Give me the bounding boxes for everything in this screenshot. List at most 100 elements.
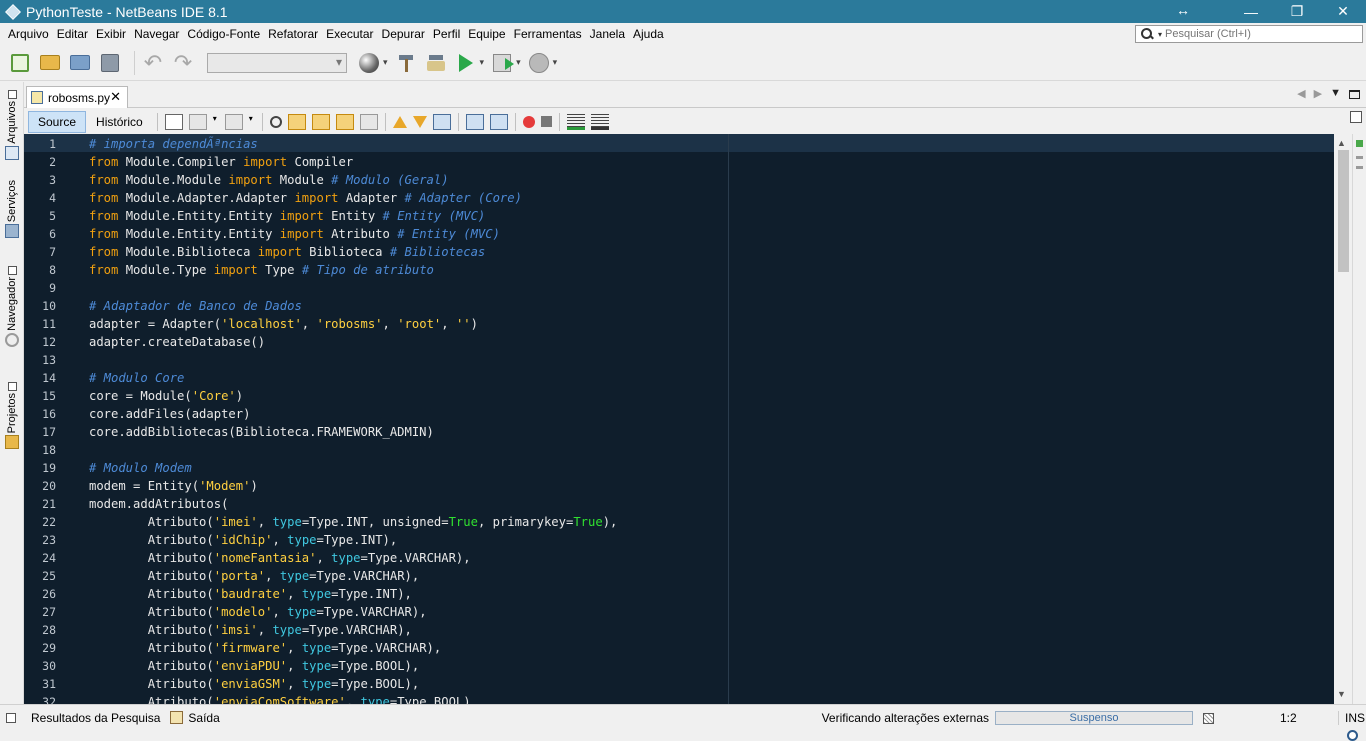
find-previous-icon[interactable] [287, 113, 306, 130]
forward-icon[interactable] [224, 113, 243, 130]
scroll-down-icon[interactable]: ▼ [1337, 689, 1346, 699]
show-opened-documents-icon[interactable]: ▼ [1330, 87, 1341, 100]
code-line[interactable]: 10 # Adaptador de Banco de Dados [24, 297, 1334, 315]
menu-ferramentas[interactable]: Ferramentas [510, 23, 586, 45]
profile-dropdown-icon[interactable]: ▾ [553, 57, 558, 68]
menu-arquivo[interactable]: Arquivo [4, 23, 53, 45]
code-line[interactable]: 7 from Module.Biblioteca import Bibliotec… [24, 243, 1334, 261]
code-line[interactable]: 32 Atributo('enviaComSoftware', type=Typ… [24, 693, 1334, 704]
maximize-editor-icon[interactable] [1349, 90, 1360, 99]
code-line[interactable]: 6 from Module.Entity.Entity import Atribu… [24, 225, 1334, 243]
code-line[interactable]: 11 adapter = Adapter('localhost', 'robosm… [24, 315, 1334, 333]
back-dropdown-icon[interactable]: ▾ [213, 114, 219, 130]
globe-button[interactable] [357, 51, 381, 75]
menu-executar[interactable]: Executar [322, 23, 377, 45]
code-line[interactable]: 5 from Module.Entity.Entity import Entity… [24, 207, 1334, 225]
minimize-window-icon[interactable] [7, 266, 17, 275]
code-line[interactable]: 23 Atributo('idChip', type=Type.INT), [24, 531, 1334, 549]
open-project-button[interactable] [68, 51, 92, 75]
shift-right-icon[interactable] [489, 113, 508, 130]
back-icon[interactable] [188, 113, 207, 130]
code-line[interactable]: 1 # importa dependÃªncias [24, 135, 1334, 153]
toggle-bookmark-icon[interactable] [432, 113, 451, 130]
search-icon[interactable] [1140, 27, 1154, 41]
code-line[interactable]: 2 from Module.Compiler import Compiler [24, 153, 1334, 171]
menu-janela[interactable]: Janela [586, 23, 629, 45]
next-bookmark-icon[interactable] [412, 115, 427, 128]
code-line[interactable]: 30 Atributo('enviaPDU', type=Type.BOOL), [24, 657, 1334, 675]
run-button[interactable] [454, 51, 478, 75]
side-tab-projetos[interactable]: Projetos [2, 380, 22, 451]
code-line[interactable]: 26 Atributo('baudrate', type=Type.INT), [24, 585, 1334, 603]
side-tab-servicos[interactable]: Serviços [2, 180, 22, 240]
code-line[interactable]: 4 from Module.Adapter.Adapter import Adap… [24, 189, 1334, 207]
menu-perfil[interactable]: Perfil [429, 23, 464, 45]
code-line[interactable]: 14 # Modulo Core [24, 369, 1334, 387]
comment-icon[interactable] [590, 113, 609, 130]
minimize-button[interactable]: — [1228, 0, 1274, 23]
find-icon[interactable] [269, 115, 282, 128]
scroll-up-icon[interactable]: ▲ [1337, 138, 1346, 148]
search-dropdown-icon[interactable]: ▾ [1158, 30, 1162, 39]
quick-search-box[interactable]: ▾ [1135, 25, 1363, 43]
menu-editar[interactable]: Editar [53, 23, 92, 45]
code-line[interactable]: 22 Atributo('imei', type=Type.INT, unsig… [24, 513, 1334, 531]
new-file-button[interactable] [38, 51, 62, 75]
history-view-button[interactable]: Histórico [86, 111, 153, 133]
code-line[interactable]: 12 adapter.createDatabase() [24, 333, 1334, 351]
redo-button[interactable]: ↷ [171, 51, 195, 75]
minimize-window-icon[interactable] [7, 90, 17, 99]
code-line[interactable]: 28 Atributo('imsi', type=Type.VARCHAR), [24, 621, 1334, 639]
stop-macro-recording-icon[interactable] [540, 116, 552, 127]
menu-equipe[interactable]: Equipe [464, 23, 509, 45]
undo-button[interactable]: ↶ [141, 51, 165, 75]
source-view-button[interactable]: Source [28, 110, 87, 133]
code-line[interactable]: 17 core.addBibliotecas(Biblioteca.FRAMEWO… [24, 423, 1334, 441]
editor-vertical-scrollbar[interactable]: ▲ ▼ [1334, 134, 1366, 704]
new-project-button[interactable] [8, 51, 32, 75]
code-line[interactable]: 31 Atributo('enviaGSM', type=Type.BOOL), [24, 675, 1334, 693]
side-tab-arquivos[interactable]: Arquivos [2, 88, 22, 162]
minimize-window-icon[interactable] [6, 712, 16, 723]
code-line[interactable]: 15 core = Module('Core') [24, 387, 1334, 405]
menu-navegar[interactable]: Navegar [130, 23, 183, 45]
menu-exibir[interactable]: Exibir [92, 23, 130, 45]
code-line[interactable]: 24 Atributo('nomeFantasia', type=Type.VA… [24, 549, 1334, 567]
find-selection-icon[interactable] [335, 113, 354, 130]
code-line[interactable]: 25 Atributo('porta', type=Type.VARCHAR), [24, 567, 1334, 585]
scroll-tabs-right-icon[interactable]: ▶ [1314, 87, 1322, 100]
editor-tab-robosms[interactable]: robosms.py ✕ [26, 86, 128, 108]
menu-ajuda[interactable]: Ajuda [629, 23, 668, 45]
menu-depurar[interactable]: Depurar [378, 23, 429, 45]
cancel-process-icon[interactable] [1203, 712, 1214, 724]
code-line[interactable]: 19 # Modulo Modem [24, 459, 1334, 477]
code-line[interactable]: 21 modem.addAtributos( [24, 495, 1334, 513]
save-all-button[interactable] [98, 51, 122, 75]
close-tab-icon[interactable]: ✕ [110, 89, 121, 105]
globe-dropdown-icon[interactable]: ▾ [383, 57, 388, 68]
close-window-button[interactable]: ✕ [1320, 0, 1366, 23]
toggle-highlight-icon[interactable] [359, 113, 378, 130]
configuration-select[interactable] [207, 52, 347, 73]
code-editor[interactable]: 1 # importa dependÃªncias 2 from Module.Com… [24, 134, 1334, 704]
build-button[interactable] [394, 51, 418, 75]
code-line[interactable]: 27 Atributo('modelo', type=Type.VARCHAR)… [24, 603, 1334, 621]
code-line[interactable]: 9 [24, 279, 1334, 297]
code-line[interactable]: 20 modem = Entity('Modem') [24, 477, 1334, 495]
progress-bar[interactable]: Suspenso [995, 711, 1193, 725]
shift-left-icon[interactable] [465, 113, 484, 130]
last-edit-icon[interactable] [164, 113, 183, 130]
search-results-tab[interactable]: Resultados da Pesquisa [31, 711, 1358, 741]
code-line[interactable]: 8 from Module.Type import Type # Tipo de … [24, 261, 1334, 279]
clean-build-button[interactable] [424, 51, 448, 75]
forward-dropdown-icon[interactable]: ▾ [249, 114, 255, 130]
code-line[interactable]: 3 from Module.Module import Module # Modu… [24, 171, 1334, 189]
output-tab[interactable]: Saída [170, 711, 220, 725]
minimize-window-icon[interactable] [7, 382, 17, 391]
code-line[interactable]: 13 [24, 351, 1334, 369]
profile-button[interactable] [527, 51, 551, 75]
code-line[interactable]: 18 [24, 441, 1334, 459]
split-editor-icon[interactable] [1350, 111, 1362, 123]
maximize-button[interactable]: ❐ [1274, 0, 1320, 23]
status-minimize-output[interactable] [6, 712, 21, 723]
